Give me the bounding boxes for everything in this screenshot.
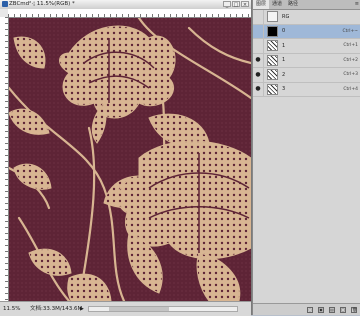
layer-name: RG [282, 13, 290, 20]
layer-name: 0 [282, 28, 286, 35]
layer-row[interactable]: ● 3 Ctrl+4 [253, 82, 360, 97]
layers-panel: 图层 通道 路径 ≡ RG 0 Ctrl+~ 1 Ctrl+1 ● 1 Ctrl+2 ● 2 Ctr… [252, 0, 360, 315]
layer-list: RG 0 Ctrl+~ 1 Ctrl+1 ● 1 Ctrl+2 ● 2 Ctrl+3 ● 3 Ctrl+4 [253, 9, 360, 102]
new-layer-icon[interactable]: ▢ [340, 306, 346, 313]
damask-floral-artwork [9, 18, 251, 301]
new-group-icon[interactable]: ▤ [329, 306, 335, 313]
layer-shortcut: Ctrl+3 [343, 72, 358, 78]
layer-thumbnail [267, 83, 278, 95]
scrollbar-thumb[interactable] [109, 307, 169, 311]
visibility-eye-icon[interactable]: ● [253, 67, 264, 82]
visibility-eye-icon[interactable] [253, 9, 264, 24]
image-canvas[interactable] [9, 18, 251, 301]
visibility-eye-icon[interactable] [253, 24, 264, 39]
vertical-ruler[interactable] [0, 17, 9, 301]
layer-thumbnail [267, 54, 278, 66]
layer-row[interactable]: ● 1 Ctrl+2 [253, 53, 360, 68]
document-window: ZBCmd²·¦ 11.5%(RGB) * _ □ × 11.5% 文档:33.… [0, 0, 252, 316]
visibility-eye-icon[interactable]: ● [253, 53, 264, 68]
minimize-button[interactable]: _ [223, 1, 231, 8]
layer-row[interactable]: 0 Ctrl+~ [253, 24, 360, 39]
close-button[interactable]: × [241, 1, 249, 8]
status-menu-arrow-icon[interactable]: ▶ [80, 302, 84, 316]
trash-icon[interactable]: 🗑 [351, 306, 357, 313]
link-layers-icon[interactable]: ◌ [307, 306, 313, 313]
layer-thumbnail [267, 11, 278, 23]
layer-list-empty-area [253, 102, 360, 302]
horizontal-ruler[interactable] [8, 9, 251, 18]
maximize-button[interactable]: □ [232, 1, 240, 8]
zoom-level[interactable]: 11.5% [3, 302, 20, 316]
layer-name: 2 [282, 71, 286, 78]
layer-row[interactable]: ● 2 Ctrl+3 [253, 67, 360, 83]
layer-shortcut: Ctrl+1 [343, 43, 358, 49]
layer-shortcut: Ctrl+~ [342, 28, 358, 34]
panel-tabs: 图层 通道 路径 ≡ [253, 0, 360, 10]
status-bar: 11.5% 文档:33.3M/143.6M ▶ [0, 301, 251, 316]
tab-channels[interactable]: 通道 [269, 0, 285, 9]
layer-row[interactable]: 1 Ctrl+1 [253, 38, 360, 54]
visibility-eye-icon[interactable] [253, 38, 264, 53]
layer-name: 3 [282, 86, 286, 93]
layer-thumbnail [267, 69, 278, 81]
layer-thumbnail [267, 25, 278, 37]
layer-name: 1 [282, 57, 286, 64]
tab-paths[interactable]: 路径 [285, 0, 301, 9]
document-title: ZBCmd²·¦ 11.5%(RGB) * [9, 1, 75, 7]
layer-name: 1 [282, 42, 286, 49]
document-size-info: 文档:33.3M/143.6M [30, 306, 83, 312]
panel-bottom-toolbar: ◌ ▣ ▤ ▢ 🗑 [253, 303, 360, 315]
photoshop-icon [2, 1, 8, 7]
add-mask-icon[interactable]: ▣ [318, 306, 324, 313]
window-controls: _ □ × [223, 1, 249, 8]
visibility-eye-icon[interactable]: ● [253, 82, 264, 97]
horizontal-scrollbar[interactable] [88, 306, 238, 312]
layer-row[interactable]: RG [253, 9, 360, 25]
tab-layers[interactable]: 图层 [253, 0, 270, 9]
layer-shortcut: Ctrl+2 [343, 57, 358, 63]
panel-menu-icon[interactable]: ≡ [355, 0, 359, 9]
layer-shortcut: Ctrl+4 [343, 86, 358, 92]
layer-thumbnail [267, 40, 278, 52]
